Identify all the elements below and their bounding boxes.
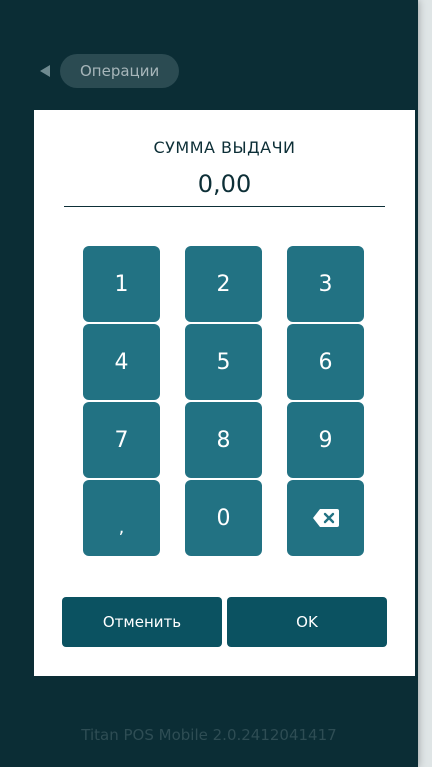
back-navigation[interactable]: Операции bbox=[40, 54, 180, 88]
key-comma-label: , bbox=[118, 516, 125, 538]
dialog-actions: Отменить OK bbox=[62, 597, 387, 647]
amount-dialog: СУММА ВЫДАЧИ 0,00 1 2 3 4 5 6 7 8 9 , 0 bbox=[34, 110, 415, 676]
key-1[interactable]: 1 bbox=[83, 246, 160, 322]
ok-button[interactable]: OK bbox=[227, 597, 387, 647]
amount-display: 0,00 bbox=[197, 170, 252, 198]
app-screen: Операции СУММА ВЫДАЧИ 0,00 1 2 3 4 5 6 7… bbox=[0, 0, 418, 767]
numeric-keypad: 1 2 3 4 5 6 7 8 9 , 0 bbox=[83, 246, 364, 556]
key-backspace[interactable] bbox=[287, 480, 364, 556]
key-0[interactable]: 0 bbox=[185, 480, 262, 556]
back-button-operations[interactable]: Операции bbox=[60, 54, 180, 88]
backspace-icon bbox=[312, 509, 339, 527]
key-8[interactable]: 8 bbox=[185, 402, 262, 478]
key-4[interactable]: 4 bbox=[83, 324, 160, 400]
key-6[interactable]: 6 bbox=[287, 324, 364, 400]
key-7[interactable]: 7 bbox=[83, 402, 160, 478]
key-5[interactable]: 5 bbox=[185, 324, 262, 400]
app-version: Titan POS Mobile 2.0.2412041417 bbox=[81, 726, 337, 744]
dialog-title: СУММА ВЫДАЧИ bbox=[153, 138, 296, 157]
cancel-button[interactable]: Отменить bbox=[62, 597, 222, 647]
key-9[interactable]: 9 bbox=[287, 402, 364, 478]
key-2[interactable]: 2 bbox=[185, 246, 262, 322]
key-comma[interactable]: , bbox=[83, 480, 160, 556]
key-3[interactable]: 3 bbox=[287, 246, 364, 322]
back-arrow-icon[interactable] bbox=[40, 65, 50, 77]
amount-underline bbox=[64, 206, 385, 207]
